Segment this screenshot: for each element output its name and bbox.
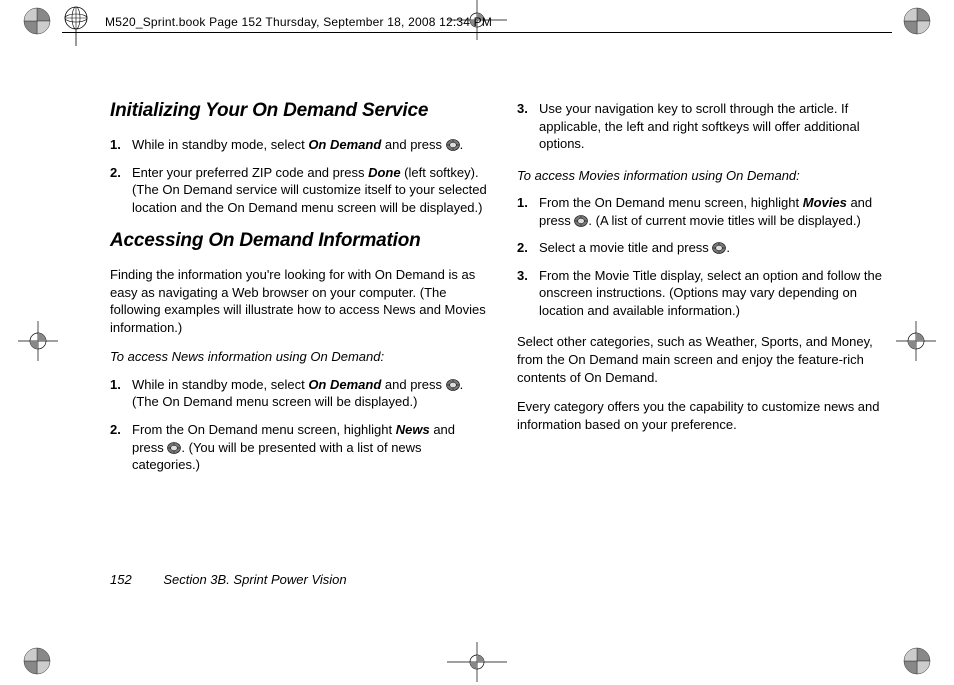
movies-step-2: 2. Select a movie title and press . (517, 239, 894, 257)
registration-mark-icon (22, 646, 52, 676)
registration-target-icon (18, 321, 58, 361)
running-head: M520_Sprint.book Page 152 Thursday, Sept… (105, 15, 492, 29)
init-steps: 1. While in standby mode, select On Dema… (110, 136, 487, 216)
registration-mark-icon (902, 646, 932, 676)
subhead-news: To access News information using On Dema… (110, 348, 487, 366)
news-step-3: 3. Use your navigation key to scroll thr… (517, 100, 894, 153)
categories-paragraph: Select other categories, such as Weather… (517, 333, 894, 386)
page-content: Initializing Your On Demand Service 1. W… (110, 100, 894, 540)
news-step-2: 2. From the On Demand menu screen, highl… (110, 421, 487, 474)
framemaker-book-icon (62, 6, 94, 46)
heading-accessing: Accessing On Demand Information (110, 230, 487, 252)
ok-key-icon (574, 214, 588, 228)
customize-paragraph: Every category offers you the capability… (517, 398, 894, 433)
news-step-1: 1. While in standby mode, select On Dema… (110, 376, 487, 411)
accessing-intro: Finding the information you're looking f… (110, 266, 487, 336)
registration-mark-icon (902, 6, 932, 36)
ok-key-icon (712, 241, 726, 255)
heading-initializing: Initializing Your On Demand Service (110, 100, 487, 122)
init-step-1: 1. While in standby mode, select On Dema… (110, 136, 487, 154)
header-rule (62, 32, 892, 33)
movies-steps: 1. From the On Demand menu screen, highl… (517, 194, 894, 319)
registration-mark-icon (22, 6, 52, 36)
page-number: 152 (110, 572, 132, 587)
ok-key-icon (167, 441, 181, 455)
subhead-movies: To access Movies information using On De… (517, 167, 894, 185)
ok-key-icon (446, 378, 460, 392)
page-footer: 152 Section 3B. Sprint Power Vision (110, 572, 347, 587)
section-label: Section 3B. Sprint Power Vision (163, 572, 346, 587)
init-step-2: 2. Enter your preferred ZIP code and pre… (110, 164, 487, 217)
movies-step-1: 1. From the On Demand menu screen, highl… (517, 194, 894, 229)
registration-target-icon (896, 321, 936, 361)
crop-crosshair-icon (447, 642, 507, 682)
movies-step-3: 3. From the Movie Title display, select … (517, 267, 894, 320)
ok-key-icon (446, 138, 460, 152)
